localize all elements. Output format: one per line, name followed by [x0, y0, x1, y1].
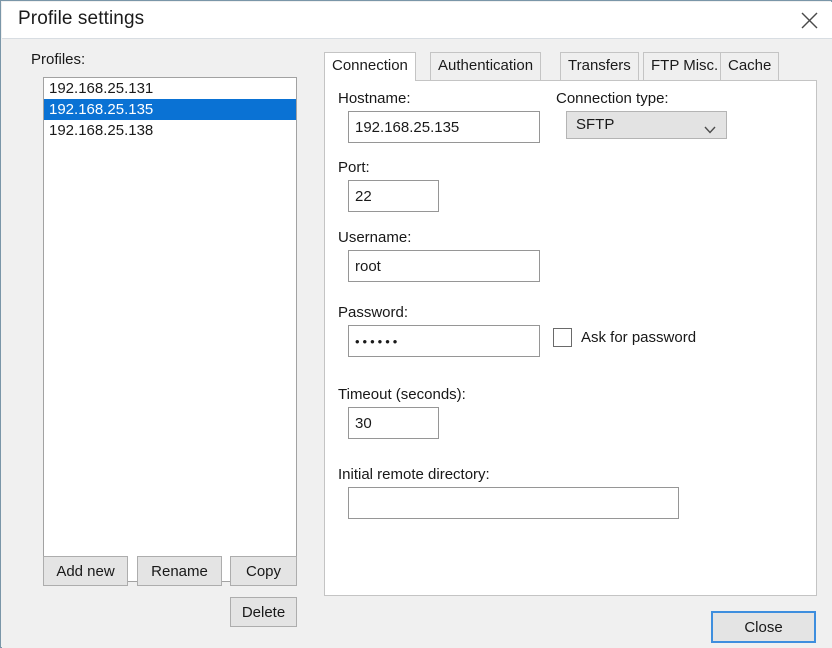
- profiles-listbox[interactable]: 192.168.25.131 192.168.25.135 192.168.25…: [43, 77, 297, 582]
- initial-remote-directory-label: Initial remote directory:: [338, 466, 490, 483]
- connection-type-select[interactable]: SFTP: [566, 111, 727, 139]
- tab-cache[interactable]: Cache: [720, 52, 780, 80]
- dialog-client-area: Profiles: 192.168.25.131 192.168.25.135 …: [2, 39, 832, 648]
- delete-button[interactable]: Delete: [230, 597, 297, 627]
- add-new-button[interactable]: Add new: [43, 556, 128, 586]
- password-label: Password:: [338, 304, 409, 321]
- chevron-down-icon: [704, 121, 716, 134]
- initial-remote-directory-input[interactable]: [348, 487, 679, 519]
- tab-transfers[interactable]: Transfers: [560, 52, 639, 80]
- hostname-input[interactable]: [348, 111, 540, 143]
- list-item[interactable]: 192.168.25.138: [44, 120, 296, 141]
- password-input[interactable]: [348, 325, 540, 357]
- list-item[interactable]: 192.168.25.131: [44, 78, 296, 99]
- window-title: Profile settings: [18, 8, 145, 29]
- title-bar: Profile settings: [2, 2, 832, 38]
- list-item[interactable]: 192.168.25.135: [44, 99, 296, 120]
- hostname-label: Hostname:: [338, 90, 411, 107]
- close-x-icon: [800, 11, 819, 30]
- connection-type-value: SFTP: [576, 116, 615, 133]
- rename-button[interactable]: Rename: [137, 556, 222, 586]
- connection-tab-panel: Hostname: Connection type: SFTP Port: Us…: [324, 80, 817, 596]
- port-label: Port:: [338, 159, 370, 176]
- timeout-input[interactable]: [348, 407, 439, 439]
- ask-for-password-checkbox[interactable]: Ask for password: [553, 325, 696, 349]
- profile-settings-window: Profile settings Profiles: 192.168.25.13…: [0, 0, 832, 648]
- timeout-label: Timeout (seconds):: [338, 386, 466, 403]
- profiles-label: Profiles:: [31, 51, 86, 68]
- tab-connection[interactable]: Connection: [324, 52, 416, 81]
- username-input[interactable]: [348, 250, 540, 282]
- connection-type-label: Connection type:: [556, 90, 669, 107]
- tab-authentication[interactable]: Authentication: [430, 52, 542, 80]
- checkbox-box-icon[interactable]: [553, 327, 572, 347]
- username-label: Username:: [338, 229, 412, 246]
- window-close-button[interactable]: [786, 2, 832, 38]
- tab-ftp-misc[interactable]: FTP Misc.: [643, 52, 727, 80]
- ask-for-password-label: Ask for password: [581, 328, 697, 346]
- copy-button[interactable]: Copy: [230, 556, 297, 586]
- port-input[interactable]: [348, 180, 439, 212]
- close-button[interactable]: Close: [711, 611, 816, 643]
